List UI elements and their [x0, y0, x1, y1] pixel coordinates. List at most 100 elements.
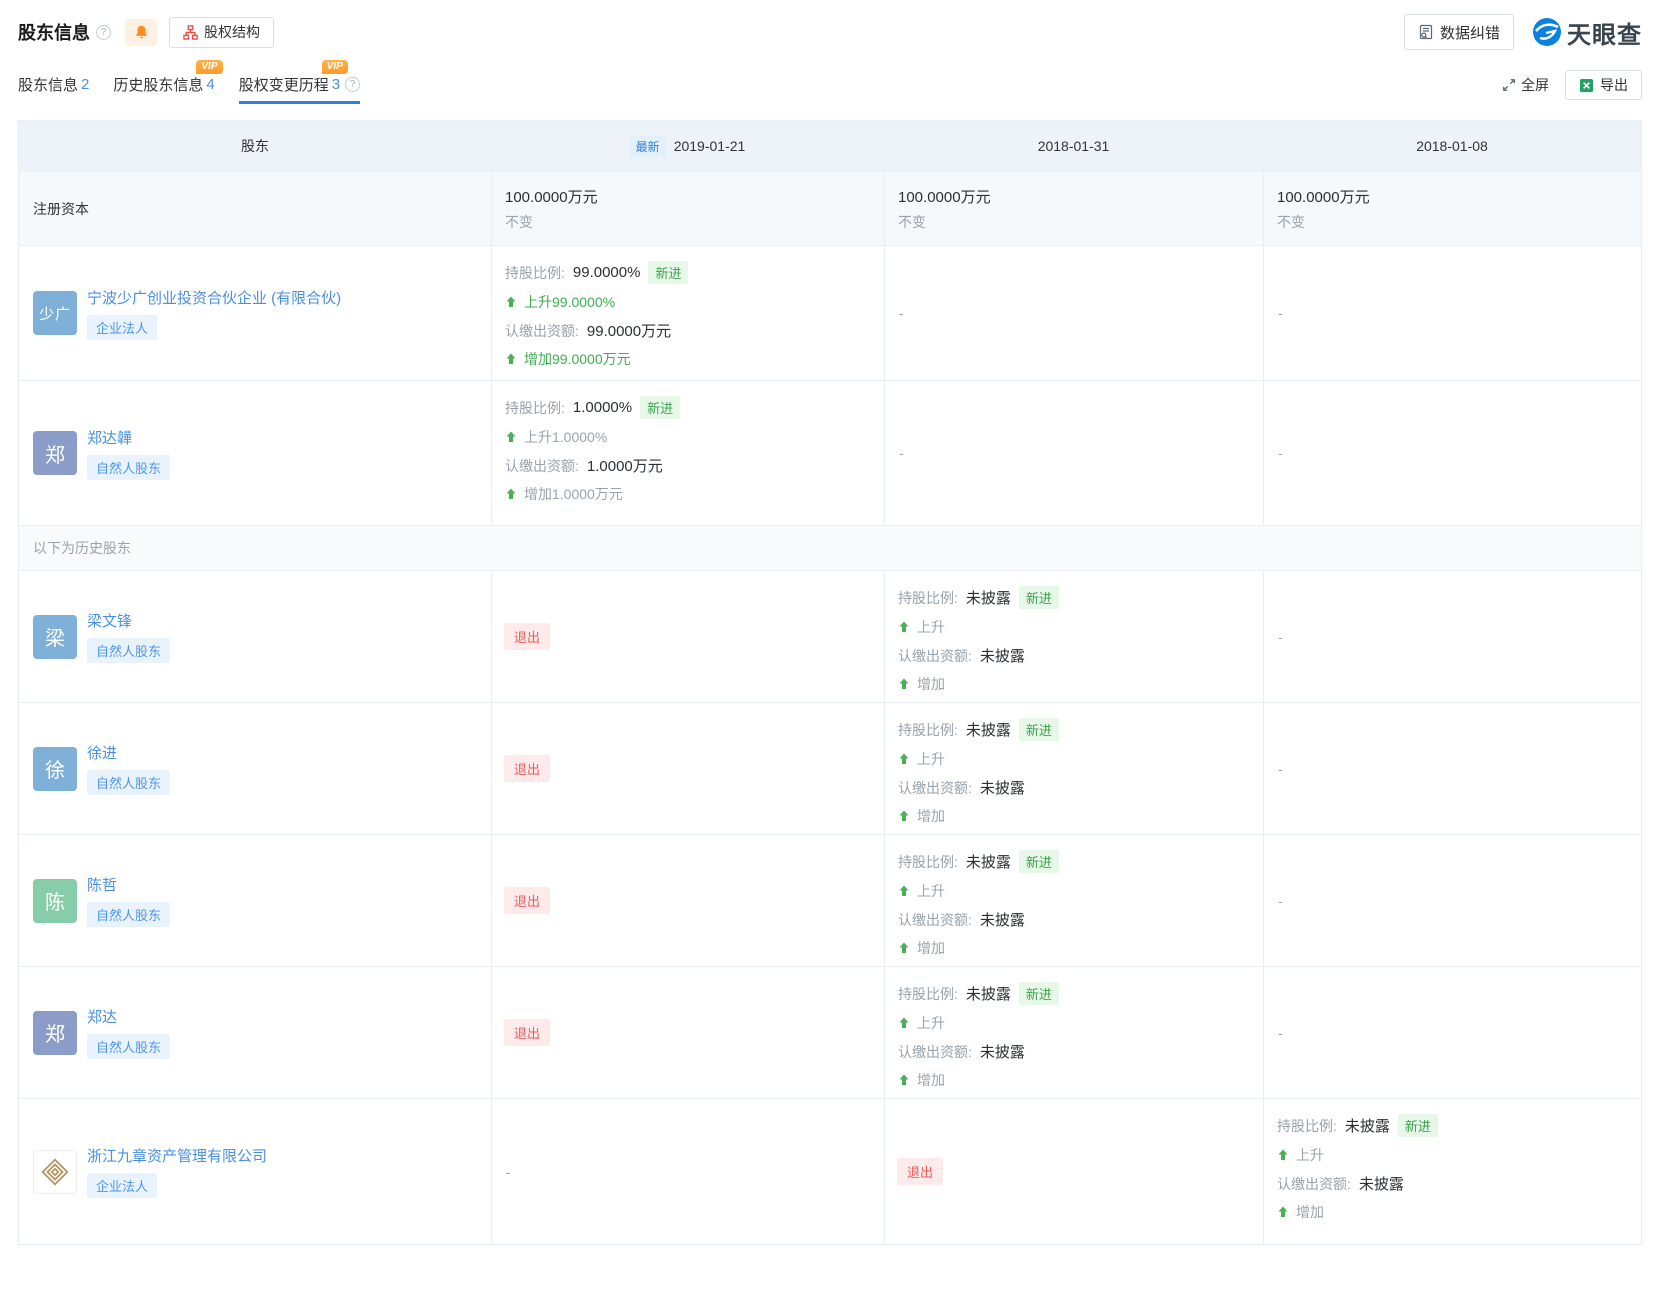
data-correction-button[interactable]: 数据纠错 [1404, 14, 1514, 50]
col-header-date-2: 2018-01-31 [884, 121, 1263, 171]
tab-equity-change-history[interactable]: 股权变更历程 3 VIP [239, 74, 360, 104]
new-entry-badge: 新进 [648, 261, 688, 284]
empty-cell: - [491, 1099, 884, 1244]
fullscreen-icon [1502, 78, 1516, 92]
ratio-label: 持股比例: [1277, 1116, 1337, 1136]
shareholder-name-link[interactable]: 郑达韡 [87, 427, 132, 448]
shareholder-type-tag: 自然人股东 [87, 770, 170, 795]
capital-amount: 100.0000万元 [898, 186, 1263, 207]
avatar: 徐 [33, 747, 77, 791]
document-check-icon [1418, 24, 1434, 40]
change-cell: 持股比例:未披露新进 上升 认缴出资额:未披露 增加 [884, 571, 1263, 702]
registered-capital-label: 注册资本 [19, 172, 491, 245]
arrow-up-icon [898, 1074, 910, 1086]
exit-cell: 退出 [491, 571, 884, 702]
history-shareholders-divider: 以下为历史股东 [19, 526, 1641, 571]
shareholder-name-link[interactable]: 梁文锋 [87, 610, 132, 631]
amount-value: 1.0000万元 [587, 455, 663, 476]
shareholder-type-tag: 企业法人 [87, 1173, 157, 1198]
ratio-label: 持股比例: [505, 263, 565, 283]
change-cell: 持股比例:未披露新进 上升 认缴出资额:未披露 增加 [884, 967, 1263, 1098]
export-button[interactable]: 导出 [1565, 70, 1642, 100]
table-row: 少广 宁波少广创业投资合伙企业 (有限合伙) 企业法人 持股比例:99.0000… [19, 246, 1641, 381]
equity-structure-label: 股权结构 [204, 22, 260, 42]
ratio-label: 持股比例: [898, 852, 958, 872]
ratio-label: 持股比例: [898, 984, 958, 1004]
avatar: 梁 [33, 615, 77, 659]
ratio-value: 未披露 [966, 983, 1011, 1004]
tab-shareholder-info[interactable]: 股东信息 2 [18, 74, 89, 104]
tab-help-icon[interactable] [345, 77, 360, 92]
rise-text: 上升 [917, 749, 945, 769]
arrow-up-icon [898, 942, 910, 954]
amount-value: 未披露 [980, 909, 1025, 930]
arrow-up-icon [1277, 1149, 1289, 1161]
change-cell: 持股比例:1.0000%新进 上升1.0000% 认缴出资额:1.0000万元 … [491, 381, 884, 525]
avatar: 郑 [33, 431, 77, 475]
equity-change-table: 股东 最新 2019-01-21 2018-01-31 2018-01-08 注… [18, 120, 1642, 1245]
shareholder-info-panel: 股东信息 股权结构 数据纠错 [0, 0, 1659, 1245]
arrow-up-icon [1277, 1206, 1289, 1218]
fullscreen-button[interactable]: 全屏 [1502, 75, 1549, 95]
empty-cell: - [1263, 246, 1641, 380]
amount-value: 未披露 [980, 777, 1025, 798]
shareholder-type-tag: 自然人股东 [87, 455, 170, 480]
arrow-up-icon [898, 621, 910, 633]
brand-logo: 天眼查 [1532, 15, 1642, 50]
empty-cell: - [884, 381, 1263, 525]
shareholder-name-link[interactable]: 郑达 [87, 1006, 117, 1027]
capital-cell: 100.0000万元 不变 [491, 172, 884, 245]
avatar: 陈 [33, 879, 77, 923]
subscribe-bell-button[interactable] [125, 19, 157, 46]
capital-amount: 100.0000万元 [1277, 186, 1641, 207]
arrow-up-icon [898, 1017, 910, 1029]
change-cell: 持股比例:99.0000%新进 上升99.0000% 认缴出资额:99.0000… [491, 246, 884, 380]
capital-amount: 100.0000万元 [505, 186, 884, 207]
equity-structure-button[interactable]: 股权结构 [169, 17, 274, 48]
shareholder-name-link[interactable]: 浙江九章资产管理有限公司 [87, 1145, 267, 1166]
add-text: 增加1.0000万元 [524, 484, 623, 504]
tab-count: 2 [81, 76, 89, 93]
change-cell: 持股比例:未披露新进 上升 认缴出资额:未披露 增加 [884, 703, 1263, 834]
bell-icon [134, 24, 149, 40]
company-logo [33, 1150, 77, 1194]
capital-change: 不变 [898, 212, 1263, 232]
add-text: 增加 [917, 674, 945, 694]
amount-value: 99.0000万元 [587, 320, 671, 341]
exit-cell: 退出 [491, 703, 884, 834]
tab-history-shareholder-info[interactable]: 历史股东信息 4 VIP [113, 74, 214, 104]
fullscreen-label: 全屏 [1521, 75, 1549, 95]
rise-text: 上升99.0000% [524, 292, 615, 312]
table-row: 郑 郑达韡 自然人股东 持股比例:1.0000%新进 上升1.0000% 认缴出… [19, 381, 1641, 526]
amount-value: 未披露 [1359, 1173, 1404, 1194]
exit-badge: 退出 [504, 755, 550, 782]
export-label: 导出 [1600, 75, 1628, 95]
new-entry-badge: 新进 [1019, 718, 1059, 741]
shareholder-cell: 陈 陈哲 自然人股东 [19, 835, 491, 966]
empty-cell: - [1263, 835, 1641, 966]
tab-label: 股东信息 [18, 74, 78, 95]
tabbar: 股东信息 2 历史股东信息 4 VIP 股权变更历程 3 VIP [18, 74, 1642, 104]
arrow-up-icon [898, 753, 910, 765]
registered-capital-row: 注册资本 100.0000万元 不变 100.0000万元 不变 100.000… [19, 172, 1641, 246]
arrow-up-icon [898, 810, 910, 822]
arrow-up-icon [898, 678, 910, 690]
shareholder-name-link[interactable]: 陈哲 [87, 874, 117, 895]
exit-cell: 退出 [884, 1099, 1263, 1244]
capital-cell: 100.0000万元 不变 [1263, 172, 1641, 245]
title-help-icon[interactable] [96, 25, 111, 40]
arrow-up-icon [505, 488, 517, 500]
table-row: 浙江九章资产管理有限公司 企业法人 - 退出 持股比例:未披露新进 上升 认缴出… [19, 1099, 1641, 1244]
amount-label: 认缴出资额: [898, 1042, 972, 1062]
amount-label: 认缴出资额: [505, 456, 579, 476]
new-entry-badge: 新进 [1398, 1114, 1438, 1137]
shareholder-name-link[interactable]: 宁波少广创业投资合伙企业 (有限合伙) [87, 287, 341, 308]
ratio-label: 持股比例: [505, 398, 565, 418]
col-header-date-latest: 最新 2019-01-21 [491, 121, 884, 171]
amount-value: 未披露 [980, 645, 1025, 666]
add-text: 增加 [917, 1070, 945, 1090]
shareholder-name-link[interactable]: 徐进 [87, 742, 117, 763]
capital-change: 不变 [505, 212, 884, 232]
exit-badge: 退出 [504, 623, 550, 650]
rise-text: 上升 [917, 1013, 945, 1033]
